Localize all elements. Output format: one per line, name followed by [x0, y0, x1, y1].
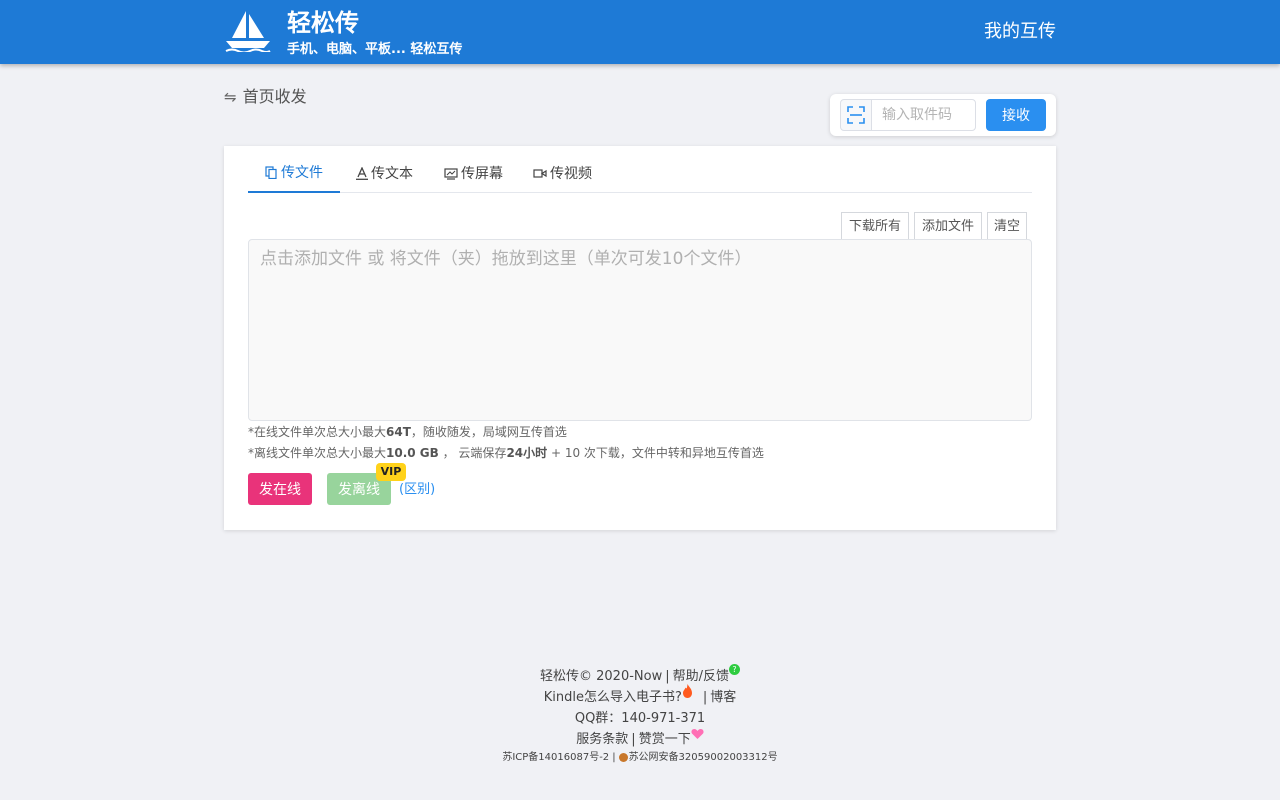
- footer-line-3: QQ群：140-971-371: [0, 708, 1280, 729]
- screen-icon: [444, 167, 458, 180]
- scan-icon: [847, 106, 865, 124]
- sailboat-logo-icon[interactable]: [224, 8, 272, 54]
- tab-label: 传屏幕: [461, 165, 503, 182]
- note-text: ，随收随发，局域网互传首选: [410, 425, 567, 439]
- police-record-link[interactable]: 苏公网安备32059002003312号: [629, 752, 778, 763]
- note-emphasis: 64T: [386, 425, 411, 439]
- brand-subtitle: 手机、电脑、平板... 轻松互传: [287, 42, 463, 57]
- receive-panel: 接收: [830, 94, 1056, 136]
- note-emphasis: 24小时: [506, 446, 548, 460]
- separator: |: [631, 732, 636, 747]
- note-text: ， 云端保存: [438, 446, 507, 460]
- files-icon: [265, 166, 277, 179]
- online-limit-note: *在线文件单次总大小最大64T，随收随发，局域网互传首选: [248, 424, 567, 440]
- swap-icon: ⇋: [224, 88, 237, 106]
- scan-qr-button[interactable]: [840, 99, 872, 131]
- note-text: *在线文件单次总大小最大: [248, 425, 387, 439]
- separator: |: [702, 690, 708, 705]
- top-header: 轻松传 手机、电脑、平板... 轻松互传 我的互传: [0, 0, 1280, 64]
- text-icon: [356, 167, 368, 180]
- difference-link[interactable]: (区别): [399, 481, 435, 499]
- note-text: + 10 次下载，文件中转和异地互传首选: [547, 446, 764, 460]
- footer-line-2: Kindle怎么导入电子书? | 博客: [0, 684, 1280, 708]
- footer-line-1: 轻松传© 2020-Now | 帮助/反馈?: [0, 664, 1280, 687]
- footer-line-5: 苏ICP备14016087号-2 | 苏公网安备32059002003312号: [0, 750, 1280, 766]
- help-feedback-link[interactable]: 帮助/反馈: [673, 669, 729, 684]
- kindle-guide-link[interactable]: Kindle怎么导入电子书?: [544, 690, 682, 705]
- note-emphasis: 10.0 GB: [386, 446, 439, 460]
- tab-send-file[interactable]: 传文件: [248, 154, 340, 193]
- tab-label: 传文本: [371, 165, 413, 182]
- file-dropzone[interactable]: 点击添加文件 或 将文件（夹）拖放到这里（单次可发10个文件）: [248, 239, 1032, 421]
- video-icon: [533, 169, 547, 178]
- separator: |: [665, 669, 670, 684]
- police-badge-icon: [618, 752, 628, 762]
- donate-link[interactable]: 赞赏一下: [639, 732, 691, 747]
- separator: |: [612, 752, 616, 763]
- send-online-button[interactable]: 发在线: [248, 473, 312, 505]
- offline-limit-note: *离线文件单次总大小最大10.0 GB ， 云端保存24小时 + 10 次下载，…: [248, 445, 764, 461]
- dropzone-hint: 点击添加文件 或 将文件（夹）拖放到这里（单次可发10个文件）: [260, 249, 752, 269]
- receive-button[interactable]: 接收: [986, 99, 1046, 131]
- add-file-button[interactable]: 添加文件: [914, 212, 982, 240]
- question-badge-icon: ?: [729, 664, 740, 675]
- vip-badge: VIP: [376, 463, 406, 481]
- brand-title: 轻松传: [287, 9, 359, 37]
- heart-icon: [691, 726, 704, 747]
- icp-record-link[interactable]: 苏ICP备14016087号-2: [502, 752, 609, 763]
- tab-send-text[interactable]: 传文本: [356, 154, 413, 193]
- tab-send-screen[interactable]: 传屏幕: [444, 154, 503, 193]
- note-text: *离线文件单次总大小最大: [248, 446, 387, 460]
- fire-icon: [682, 684, 693, 705]
- copyright-text: 轻松传© 2020-Now: [540, 669, 663, 684]
- transfer-card: 传文件 传文本 传屏幕 传视频 下载所有 添加文件 清空 点击添加文件 或 将文…: [224, 146, 1056, 530]
- download-all-button[interactable]: 下载所有: [841, 212, 909, 240]
- qq-group-text: QQ群：140-971-371: [574, 711, 706, 726]
- tab-send-video[interactable]: 传视频: [533, 154, 592, 193]
- tab-label: 传文件: [281, 164, 323, 181]
- blog-link[interactable]: 博客: [710, 690, 736, 705]
- pickup-code-input[interactable]: [871, 99, 976, 131]
- page-footer: 轻松传© 2020-Now | 帮助/反馈? Kindle怎么导入电子书? | 博客 Q…: [0, 664, 1280, 766]
- transfer-tabs: 传文件 传文本 传屏幕 传视频: [248, 154, 1032, 193]
- home-send-receive-link[interactable]: ⇋ 首页收发: [224, 87, 307, 107]
- home-label: 首页收发: [242, 87, 307, 106]
- clear-button[interactable]: 清空: [987, 212, 1027, 240]
- my-transfer-link[interactable]: 我的互传: [984, 21, 1056, 43]
- footer-line-4: 服务条款 | 赞赏一下: [0, 729, 1280, 750]
- tab-label: 传视频: [550, 165, 592, 182]
- terms-link[interactable]: 服务条款: [576, 732, 628, 747]
